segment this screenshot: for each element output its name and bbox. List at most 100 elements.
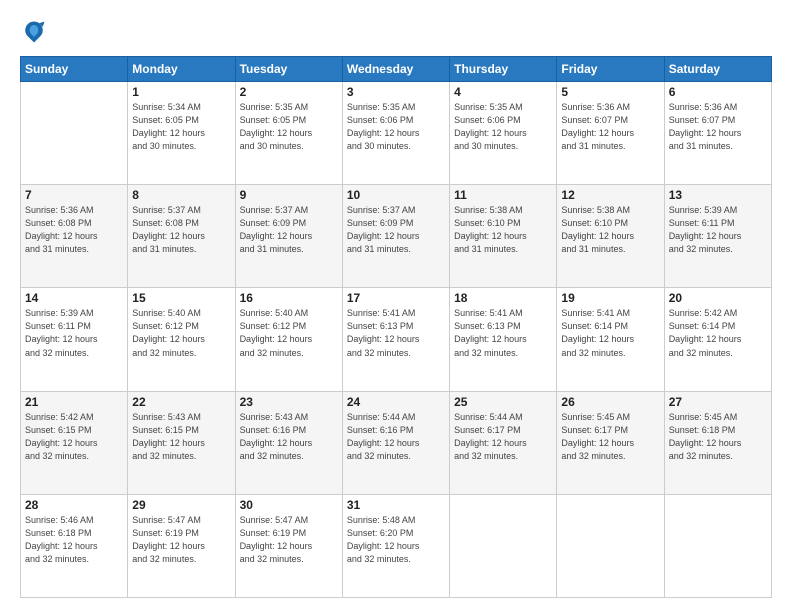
- day-info: Sunrise: 5:41 AM Sunset: 6:13 PM Dayligh…: [454, 307, 552, 359]
- day-info: Sunrise: 5:36 AM Sunset: 6:08 PM Dayligh…: [25, 204, 123, 256]
- day-number: 2: [240, 85, 338, 99]
- day-number: 25: [454, 395, 552, 409]
- calendar-week-4: 21Sunrise: 5:42 AM Sunset: 6:15 PM Dayli…: [21, 391, 772, 494]
- weekday-header-thursday: Thursday: [450, 57, 557, 82]
- weekday-header-tuesday: Tuesday: [235, 57, 342, 82]
- weekday-header-sunday: Sunday: [21, 57, 128, 82]
- day-number: 20: [669, 291, 767, 305]
- day-number: 21: [25, 395, 123, 409]
- day-info: Sunrise: 5:48 AM Sunset: 6:20 PM Dayligh…: [347, 514, 445, 566]
- weekday-header-monday: Monday: [128, 57, 235, 82]
- logo-icon: [20, 18, 48, 46]
- calendar-cell: 2 Sunrise: 5:35 AM Sunset: 6:05 PM Daylig…: [235, 82, 342, 185]
- calendar-cell: [450, 494, 557, 597]
- day-info: Sunrise: 5:44 AM Sunset: 6:17 PM Dayligh…: [454, 411, 552, 463]
- calendar-cell: 26 Sunrise: 5:45 AM Sunset: 6:17 PM Dayli…: [557, 391, 664, 494]
- calendar-week-3: 14 Sunrise: 5:39 AM Sunset: 6:11 PM Dayli…: [21, 288, 772, 391]
- calendar-cell: 1 Sunrise: 5:34 AM Sunset: 6:05 PM Daylig…: [128, 82, 235, 185]
- day-number: 15: [132, 291, 230, 305]
- calendar-cell: 9 Sunrise: 5:37 AM Sunset: 6:09 PM Daylig…: [235, 185, 342, 288]
- day-info: Sunrise: 5:43 AM Sunset: 6:16 PM Dayligh…: [240, 411, 338, 463]
- calendar-cell: 22Sunrise: 5:43 AM Sunset: 6:15 PM Dayli…: [128, 391, 235, 494]
- day-info: Sunrise: 5:47 AM Sunset: 6:19 PM Dayligh…: [132, 514, 230, 566]
- day-info: Sunrise: 5:38 AM Sunset: 6:10 PM Dayligh…: [454, 204, 552, 256]
- calendar-cell: 5 Sunrise: 5:36 AM Sunset: 6:07 PM Daylig…: [557, 82, 664, 185]
- weekday-header-friday: Friday: [557, 57, 664, 82]
- calendar-cell: 24Sunrise: 5:44 AM Sunset: 6:16 PM Dayli…: [342, 391, 449, 494]
- day-info: Sunrise: 5:35 AM Sunset: 6:06 PM Dayligh…: [454, 101, 552, 153]
- day-number: 14: [25, 291, 123, 305]
- day-number: 19: [561, 291, 659, 305]
- day-number: 12: [561, 188, 659, 202]
- calendar-cell: 12 Sunrise: 5:38 AM Sunset: 6:10 PM Dayli…: [557, 185, 664, 288]
- calendar-week-5: 28Sunrise: 5:46 AM Sunset: 6:18 PM Dayli…: [21, 494, 772, 597]
- day-info: Sunrise: 5:37 AM Sunset: 6:08 PM Dayligh…: [132, 204, 230, 256]
- calendar-cell: 23 Sunrise: 5:43 AM Sunset: 6:16 PM Dayli…: [235, 391, 342, 494]
- day-info: Sunrise: 5:40 AM Sunset: 6:12 PM Dayligh…: [132, 307, 230, 359]
- calendar-cell: 30Sunrise: 5:47 AM Sunset: 6:19 PM Dayli…: [235, 494, 342, 597]
- day-number: 27: [669, 395, 767, 409]
- calendar-cell: 3Sunrise: 5:35 AM Sunset: 6:06 PM Daylig…: [342, 82, 449, 185]
- day-number: 22: [132, 395, 230, 409]
- day-info: Sunrise: 5:39 AM Sunset: 6:11 PM Dayligh…: [669, 204, 767, 256]
- day-info: Sunrise: 5:37 AM Sunset: 6:09 PM Dayligh…: [240, 204, 338, 256]
- day-number: 29: [132, 498, 230, 512]
- calendar-cell: 10Sunrise: 5:37 AM Sunset: 6:09 PM Dayli…: [342, 185, 449, 288]
- day-info: Sunrise: 5:36 AM Sunset: 6:07 PM Dayligh…: [669, 101, 767, 153]
- day-number: 16: [240, 291, 338, 305]
- calendar-cell: 28Sunrise: 5:46 AM Sunset: 6:18 PM Dayli…: [21, 494, 128, 597]
- calendar-cell: 16 Sunrise: 5:40 AM Sunset: 6:12 PM Dayli…: [235, 288, 342, 391]
- calendar-cell: 25 Sunrise: 5:44 AM Sunset: 6:17 PM Dayli…: [450, 391, 557, 494]
- calendar-cell: 13 Sunrise: 5:39 AM Sunset: 6:11 PM Dayli…: [664, 185, 771, 288]
- day-info: Sunrise: 5:41 AM Sunset: 6:14 PM Dayligh…: [561, 307, 659, 359]
- header: [20, 18, 772, 46]
- calendar-week-2: 7 Sunrise: 5:36 AM Sunset: 6:08 PM Daylig…: [21, 185, 772, 288]
- day-number: 23: [240, 395, 338, 409]
- day-info: Sunrise: 5:38 AM Sunset: 6:10 PM Dayligh…: [561, 204, 659, 256]
- day-number: 3: [347, 85, 445, 99]
- calendar-cell: 8 Sunrise: 5:37 AM Sunset: 6:08 PM Daylig…: [128, 185, 235, 288]
- calendar-cell: 14 Sunrise: 5:39 AM Sunset: 6:11 PM Dayli…: [21, 288, 128, 391]
- day-info: Sunrise: 5:36 AM Sunset: 6:07 PM Dayligh…: [561, 101, 659, 153]
- calendar-cell: 15 Sunrise: 5:40 AM Sunset: 6:12 PM Dayli…: [128, 288, 235, 391]
- calendar-cell: 17Sunrise: 5:41 AM Sunset: 6:13 PM Dayli…: [342, 288, 449, 391]
- day-number: 26: [561, 395, 659, 409]
- calendar-cell: 20 Sunrise: 5:42 AM Sunset: 6:14 PM Dayli…: [664, 288, 771, 391]
- calendar-cell: 31Sunrise: 5:48 AM Sunset: 6:20 PM Dayli…: [342, 494, 449, 597]
- logo: [20, 18, 52, 46]
- calendar-cell: [557, 494, 664, 597]
- weekday-header-row: SundayMondayTuesdayWednesdayThursdayFrid…: [21, 57, 772, 82]
- calendar-cell: 7 Sunrise: 5:36 AM Sunset: 6:08 PM Daylig…: [21, 185, 128, 288]
- day-info: Sunrise: 5:34 AM Sunset: 6:05 PM Dayligh…: [132, 101, 230, 153]
- day-number: 11: [454, 188, 552, 202]
- calendar-cell: 4Sunrise: 5:35 AM Sunset: 6:06 PM Daylig…: [450, 82, 557, 185]
- calendar-cell: 27 Sunrise: 5:45 AM Sunset: 6:18 PM Dayli…: [664, 391, 771, 494]
- calendar-cell: 19 Sunrise: 5:41 AM Sunset: 6:14 PM Dayli…: [557, 288, 664, 391]
- calendar-cell: 21Sunrise: 5:42 AM Sunset: 6:15 PM Dayli…: [21, 391, 128, 494]
- calendar-cell: 18 Sunrise: 5:41 AM Sunset: 6:13 PM Dayli…: [450, 288, 557, 391]
- day-info: Sunrise: 5:39 AM Sunset: 6:11 PM Dayligh…: [25, 307, 123, 359]
- day-info: Sunrise: 5:42 AM Sunset: 6:14 PM Dayligh…: [669, 307, 767, 359]
- day-number: 9: [240, 188, 338, 202]
- day-number: 7: [25, 188, 123, 202]
- day-info: Sunrise: 5:45 AM Sunset: 6:18 PM Dayligh…: [669, 411, 767, 463]
- day-number: 13: [669, 188, 767, 202]
- weekday-header-saturday: Saturday: [664, 57, 771, 82]
- day-number: 10: [347, 188, 445, 202]
- day-number: 18: [454, 291, 552, 305]
- day-number: 24: [347, 395, 445, 409]
- day-number: 8: [132, 188, 230, 202]
- calendar-cell: 11 Sunrise: 5:38 AM Sunset: 6:10 PM Dayli…: [450, 185, 557, 288]
- weekday-header-wednesday: Wednesday: [342, 57, 449, 82]
- day-info: Sunrise: 5:47 AM Sunset: 6:19 PM Dayligh…: [240, 514, 338, 566]
- day-info: Sunrise: 5:35 AM Sunset: 6:05 PM Dayligh…: [240, 101, 338, 153]
- calendar-cell: 29 Sunrise: 5:47 AM Sunset: 6:19 PM Dayli…: [128, 494, 235, 597]
- day-number: 1: [132, 85, 230, 99]
- day-number: 5: [561, 85, 659, 99]
- day-info: Sunrise: 5:40 AM Sunset: 6:12 PM Dayligh…: [240, 307, 338, 359]
- day-number: 17: [347, 291, 445, 305]
- day-info: Sunrise: 5:45 AM Sunset: 6:17 PM Dayligh…: [561, 411, 659, 463]
- day-number: 6: [669, 85, 767, 99]
- day-info: Sunrise: 5:46 AM Sunset: 6:18 PM Dayligh…: [25, 514, 123, 566]
- calendar-cell: [21, 82, 128, 185]
